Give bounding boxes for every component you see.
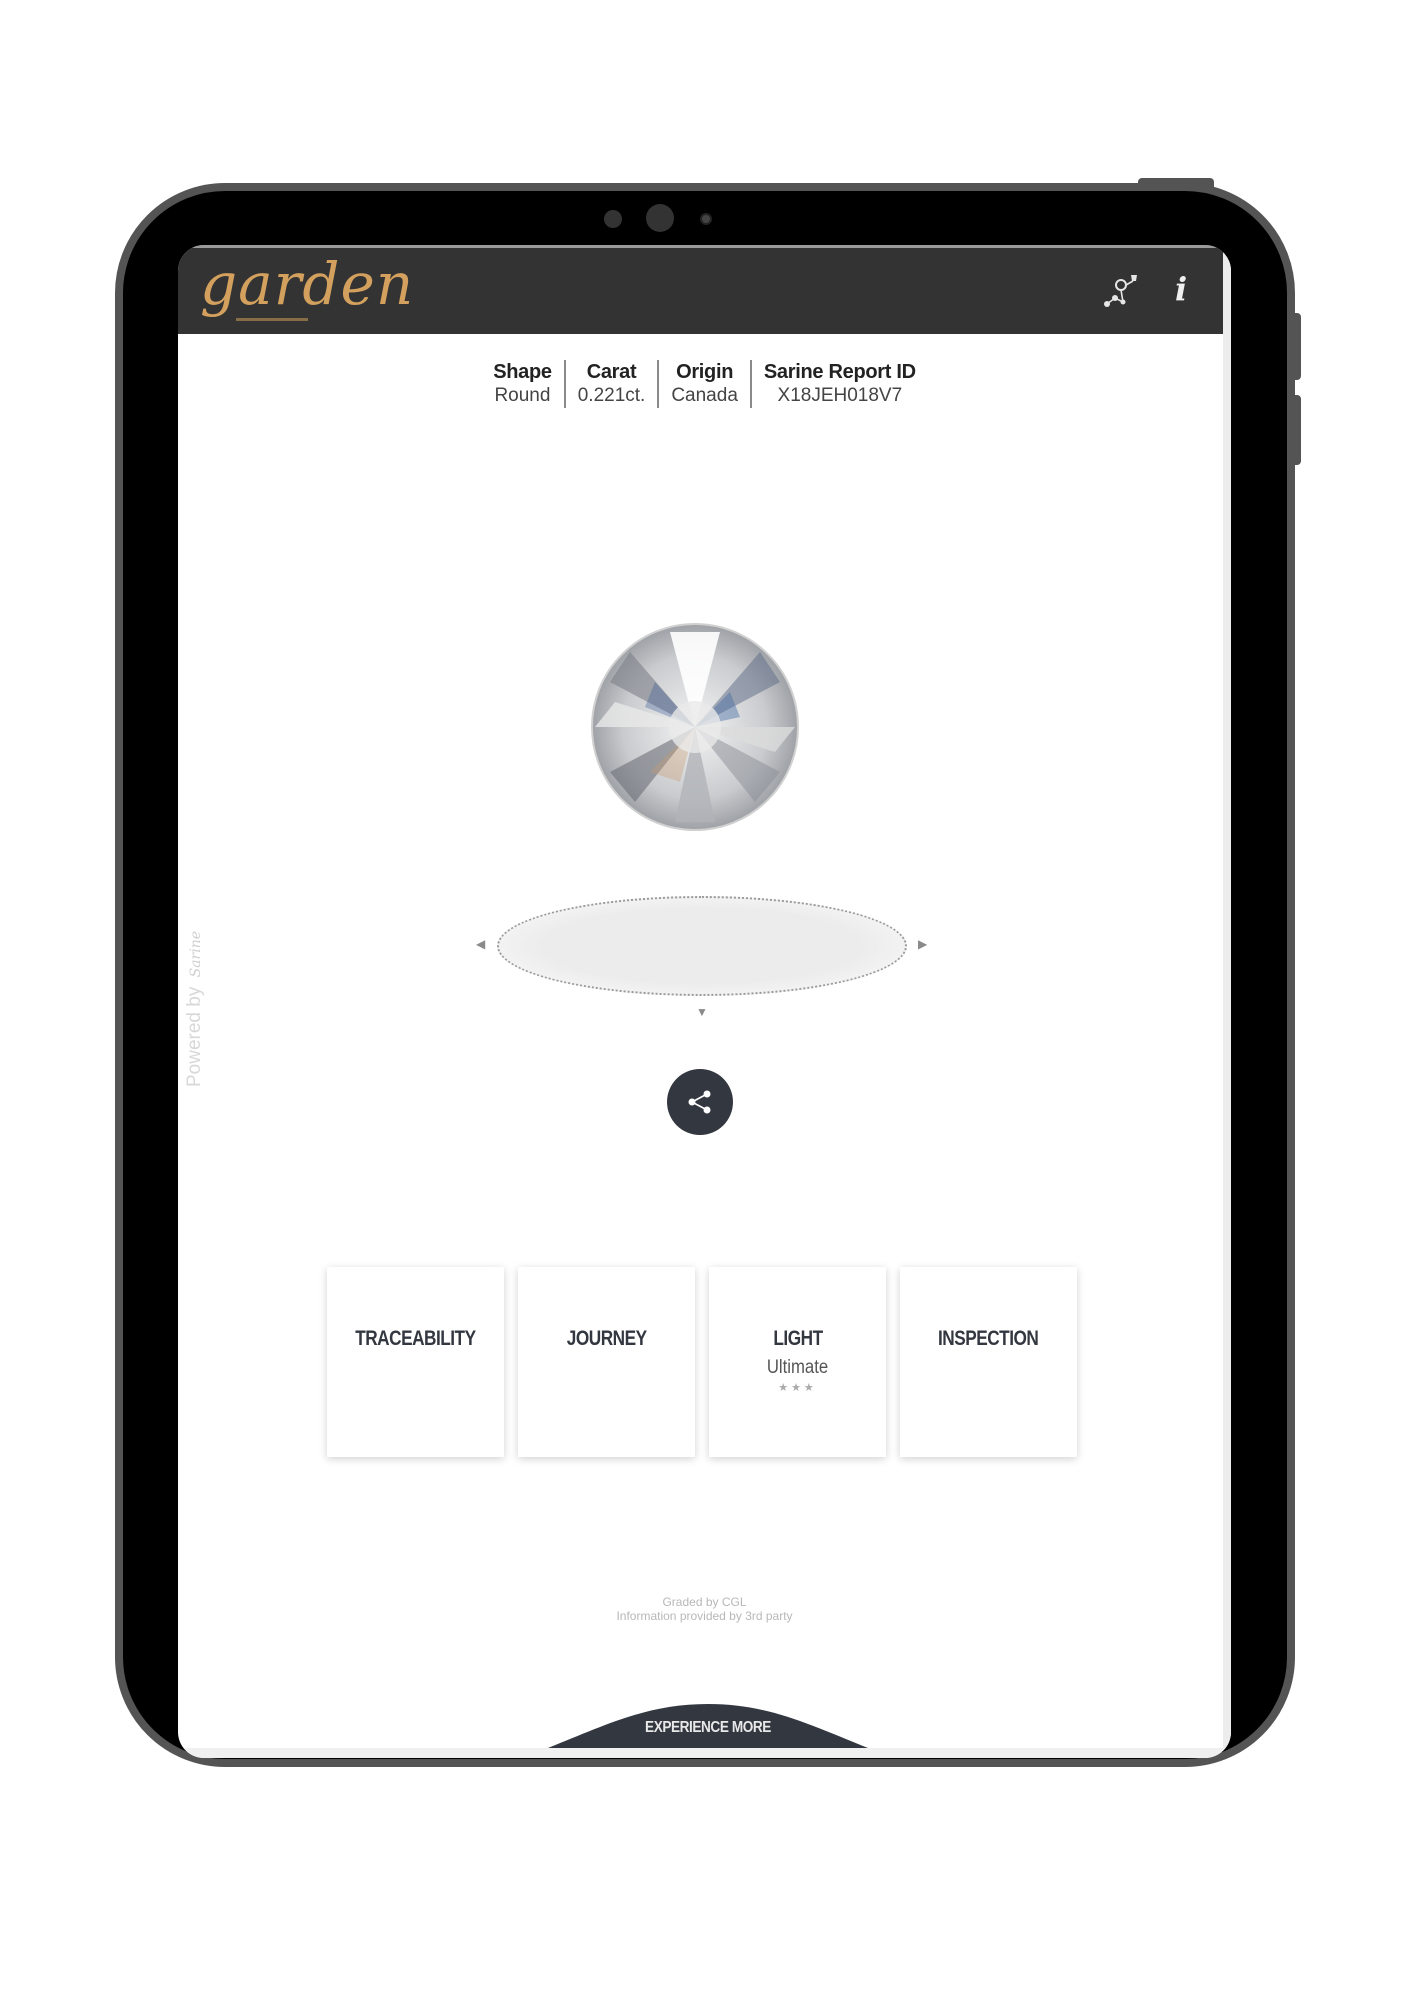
screen-bottom-bar [178,1748,1231,1758]
stat-label: Sarine Report ID [763,361,916,383]
expand-down-arrow-icon[interactable]: ▼ [696,1005,708,1019]
feature-cards: TRACEABILITY JOURNEY LIGHT Ultimate ★★★ … [327,1267,1077,1457]
app-screen: garden i Shape Round Carat 0.221ct. Orig… [178,245,1231,1758]
footer-note: Graded by CGL Information provided by 3r… [178,1595,1231,1623]
card-journey[interactable]: JOURNEY [518,1267,695,1457]
powered-by: Powered by Sarine [184,927,206,1087]
info-provided-text: Information provided by 3rd party [616,1609,793,1623]
camera-sensor [604,210,622,228]
graded-by-text: Graded by CGL [662,1595,747,1609]
light-grade: Ultimate [766,1357,829,1378]
info-icon[interactable]: i [1175,270,1187,308]
stat-report-id: Sarine Report ID X18JEH018V7 [749,360,928,408]
card-title: LIGHT [772,1327,823,1350]
rotate-left-arrow-icon[interactable]: ◀ [476,937,485,951]
app-header: garden i [178,245,1223,334]
experience-more-button[interactable]: EXPERIENCE MORE [572,1719,844,1737]
stat-label: Origin [676,361,734,383]
stat-value: Round [494,385,551,406]
trace-icon[interactable] [1103,273,1139,309]
card-inspection[interactable]: INSPECTION [900,1267,1077,1457]
diamond-summary: Shape Round Carat 0.221ct. Origin Canada… [178,360,1231,408]
camera-light-sensor [700,213,712,225]
stat-value: Canada [671,385,738,406]
rotate-right-arrow-icon[interactable]: ▶ [918,937,927,951]
sarine-logo: Sarine [188,930,204,978]
stat-carat: Carat 0.221ct. [563,360,658,408]
share-icon [688,1090,711,1114]
star-rating: ★★★ [778,1382,817,1394]
card-traceability[interactable]: TRACEABILITY [327,1267,504,1457]
share-button[interactable] [667,1069,733,1135]
scrollbar-track[interactable] [1223,245,1231,1758]
stat-origin: Origin Canada [657,360,750,408]
rotation-control[interactable] [497,896,907,996]
brand-tagline [236,318,308,321]
stat-shape: Shape Round [481,360,564,408]
powered-by-text: Powered by [184,986,205,1087]
stat-label: Shape [493,361,552,383]
stat-value: X18JEH018V7 [777,385,903,406]
diamond-image[interactable] [590,622,800,832]
card-title: JOURNEY [566,1327,647,1350]
card-title: TRACEABILITY [355,1327,476,1350]
camera-lens [646,204,674,232]
stat-value: 0.221ct. [577,385,646,406]
card-title: INSPECTION [938,1327,1039,1350]
brand-logo[interactable]: garden [200,250,414,318]
card-light[interactable]: LIGHT Ultimate ★★★ [709,1267,886,1457]
stat-label: Carat [586,361,637,383]
